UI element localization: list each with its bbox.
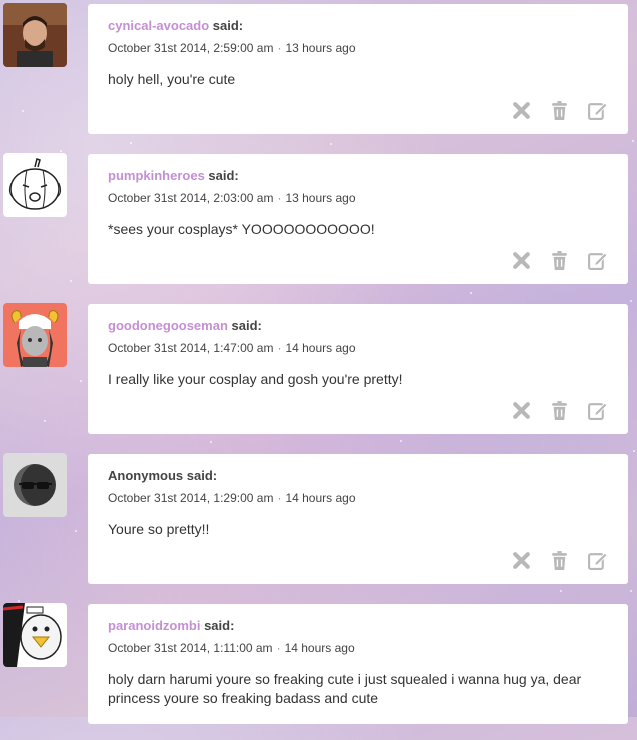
meta-separator: ·	[277, 41, 282, 55]
meta-separator: ·	[277, 341, 282, 355]
comment-date: October 31st 2014, 2:03:00 am	[108, 191, 274, 205]
comment-age: 13 hours ago	[285, 191, 356, 205]
meta-separator: ·	[276, 641, 281, 655]
comment-date: October 31st 2014, 1:29:00 am	[108, 491, 274, 505]
comment-meta: October 31st 2014, 1:11:00 am · 14 hours a…	[108, 641, 355, 655]
user-photo-avatar-icon	[3, 3, 67, 67]
said-label: said:	[212, 18, 244, 33]
comment-card: cynical-avocado said: October 31st 2014,…	[88, 4, 628, 134]
close-icon[interactable]	[511, 400, 532, 421]
close-icon[interactable]	[511, 100, 532, 121]
author-line: cynical-avocado said:	[108, 18, 243, 33]
author-link[interactable]: paranoidzombi	[108, 618, 200, 633]
comment-actions	[511, 400, 608, 421]
trash-icon[interactable]	[549, 100, 570, 121]
avatar[interactable]	[3, 303, 67, 367]
edit-icon[interactable]	[587, 550, 608, 571]
comment-item: cynical-avocado said: October 31st 2014,…	[0, 0, 637, 140]
close-icon[interactable]	[511, 550, 532, 571]
comment-date: October 31st 2014, 1:11:00 am	[108, 641, 273, 655]
comment-card: paranoidzombi said: October 31st 2014, 1…	[88, 604, 628, 724]
avatar[interactable]	[3, 603, 67, 667]
comment-card: goodonegooseman said: October 31st 2014,…	[88, 304, 628, 434]
author-line: Anonymous said:	[108, 468, 217, 483]
said-label: said:	[186, 468, 218, 483]
trash-icon[interactable]	[549, 250, 570, 271]
troll-character-avatar-icon	[3, 303, 67, 367]
penguin-meme-avatar-icon	[3, 603, 67, 667]
said-label: said:	[208, 168, 239, 183]
comment-actions	[511, 550, 608, 571]
pumpkin-drawing-avatar-icon	[3, 153, 67, 217]
comment-text: holy hell, you're cute	[108, 71, 236, 87]
comment-item: paranoidzombi said: October 31st 2014, 1…	[0, 600, 637, 740]
edit-icon[interactable]	[587, 250, 608, 271]
author-line: paranoidzombi said:	[108, 618, 234, 633]
comment-age: 13 hours ago	[285, 41, 356, 55]
comment-age: 14 hours ago	[285, 491, 356, 505]
comment-meta: October 31st 2014, 2:03:00 am · 13 hours a…	[108, 191, 356, 205]
author-line: pumpkinheroes said:	[108, 168, 239, 183]
author-name: Anonymous	[108, 468, 184, 483]
author-link[interactable]: pumpkinheroes	[108, 168, 205, 183]
comment-text: holy darn harumi youre so freaking cute …	[108, 671, 582, 706]
comment-item: pumpkinheroes said: October 31st 2014, 2…	[0, 150, 637, 290]
trash-icon[interactable]	[549, 550, 570, 571]
comment-card: Anonymous said: October 31st 2014, 1:29:…	[88, 454, 628, 584]
author-link[interactable]: cynical-avocado	[108, 18, 209, 33]
avatar[interactable]	[3, 453, 67, 517]
comment-text: I really like your cosplay and gosh you'…	[108, 371, 403, 387]
avatar[interactable]	[3, 3, 67, 67]
said-label: said:	[231, 318, 262, 333]
close-icon[interactable]	[511, 250, 532, 271]
author-line: goodonegooseman said:	[108, 318, 262, 333]
comment-actions	[511, 250, 608, 271]
meta-separator: ·	[277, 491, 282, 505]
avatar[interactable]	[3, 153, 67, 217]
comment-age: 14 hours ago	[284, 641, 355, 655]
edit-icon[interactable]	[587, 100, 608, 121]
comment-item: Anonymous said: October 31st 2014, 1:29:…	[0, 450, 637, 590]
comment-meta: October 31st 2014, 1:29:00 am · 14 hours a…	[108, 491, 356, 505]
comment-item: goodonegooseman said: October 31st 2014,…	[0, 300, 637, 440]
meta-separator: ·	[277, 191, 282, 205]
edit-icon[interactable]	[587, 400, 608, 421]
comment-card: pumpkinheroes said: October 31st 2014, 2…	[88, 154, 628, 284]
comment-meta: October 31st 2014, 2:59:00 am · 13 hours a…	[108, 41, 356, 55]
anonymous-sunglasses-avatar-icon	[3, 453, 67, 517]
comment-text: *sees your cosplays* YOOOOOOOOOOO!	[108, 221, 375, 237]
comment-meta: October 31st 2014, 1:47:00 am · 14 hours a…	[108, 341, 356, 355]
comment-date: October 31st 2014, 2:59:00 am	[108, 41, 274, 55]
comment-text: Youre so pretty!!	[108, 521, 210, 537]
comment-date: October 31st 2014, 1:47:00 am	[108, 341, 274, 355]
comment-actions	[511, 100, 608, 121]
trash-icon[interactable]	[549, 400, 570, 421]
author-link[interactable]: goodonegooseman	[108, 318, 228, 333]
said-label: said:	[204, 618, 235, 633]
comment-age: 14 hours ago	[285, 341, 356, 355]
